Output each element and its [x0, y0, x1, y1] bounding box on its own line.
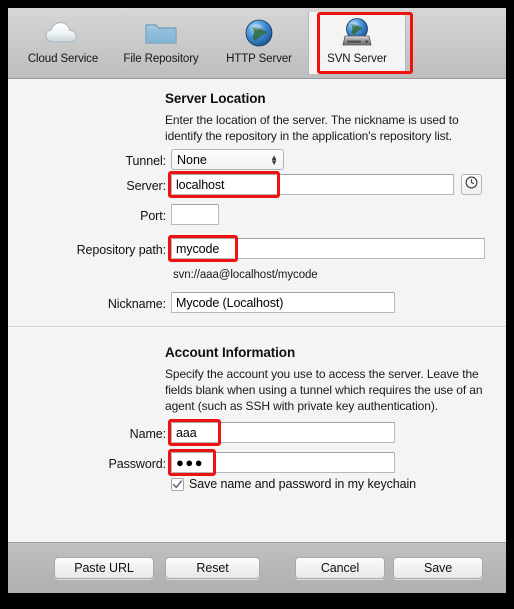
tunnel-value: None: [177, 152, 207, 167]
nickname-value: Mycode (Localhost): [176, 295, 284, 310]
tab-cloud-service[interactable]: Cloud Service: [14, 12, 112, 74]
port-label: Port:: [140, 209, 166, 223]
keychain-label: Save name and password in my keychain: [189, 477, 416, 491]
account-information-title: Account Information: [165, 345, 296, 360]
keychain-checkbox-row[interactable]: Save name and password in my keychain: [171, 477, 416, 491]
cancel-button[interactable]: Cancel: [295, 557, 385, 579]
port-input[interactable]: [171, 204, 219, 225]
server-history-button[interactable]: [461, 174, 482, 195]
name-value: aaa: [176, 425, 197, 440]
server-label: Server:: [126, 179, 166, 193]
server-value: localhost: [176, 177, 225, 192]
settings-content: Server Location Enter the location of th…: [8, 79, 506, 542]
tunnel-label: Tunnel:: [125, 154, 166, 168]
section-divider: [8, 326, 506, 328]
reset-button[interactable]: Reset: [165, 557, 260, 579]
nickname-label: Nickname:: [107, 297, 166, 311]
server-location-description: Enter the location of the server. The ni…: [165, 113, 459, 143]
server-location-title: Server Location: [165, 91, 266, 106]
checkmark-icon: [172, 479, 183, 488]
repository-path-value: mycode: [176, 241, 220, 256]
password-label: Password:: [108, 457, 167, 471]
paste-url-button[interactable]: Paste URL: [54, 557, 154, 579]
url-preview: svn://aaa@localhost/mycode: [173, 269, 318, 281]
tab-label: Cloud Service: [27, 53, 99, 65]
globe-icon: [243, 16, 275, 50]
clock-icon: [465, 176, 478, 194]
tab-label: File Repository: [123, 53, 199, 65]
tab-file-repository[interactable]: File Repository: [112, 12, 210, 74]
password-input[interactable]: ●●●: [171, 452, 395, 473]
keychain-checkbox[interactable]: [171, 477, 184, 491]
chevron-up-down-icon: ▲ ▼: [270, 152, 278, 167]
save-button[interactable]: Save: [393, 557, 483, 579]
tab-http-server[interactable]: HTTP Server: [210, 12, 308, 74]
password-value: ●●●: [176, 455, 205, 470]
toolbar-tab-strip: Cloud Service File Repository HTTP Serve…: [8, 8, 506, 74]
toolbar: Cloud Service File Repository HTTP Serve…: [8, 8, 506, 79]
folder-icon: [142, 16, 180, 50]
tab-label: HTTP Server: [226, 53, 292, 65]
repository-path-label: Repository path:: [76, 243, 167, 257]
cloud-icon: [43, 16, 83, 50]
tab-svn-server[interactable]: SVN Server: [308, 12, 406, 74]
tunnel-select[interactable]: None ▲ ▼: [171, 149, 284, 170]
account-information-description: Specify the account you use to access th…: [165, 367, 483, 413]
nickname-input[interactable]: Mycode (Localhost): [171, 292, 395, 313]
globe-harddrive-icon: [339, 16, 375, 50]
name-input[interactable]: aaa: [171, 422, 395, 443]
dialog-button-bar: Paste URL Reset Cancel Save: [8, 542, 506, 593]
tab-label: SVN Server: [327, 53, 387, 65]
repository-settings-window: Cloud Service File Repository HTTP Serve…: [8, 8, 506, 593]
server-input[interactable]: localhost: [171, 174, 454, 195]
repository-path-input[interactable]: mycode: [171, 238, 485, 259]
name-label: Name:: [129, 427, 166, 441]
